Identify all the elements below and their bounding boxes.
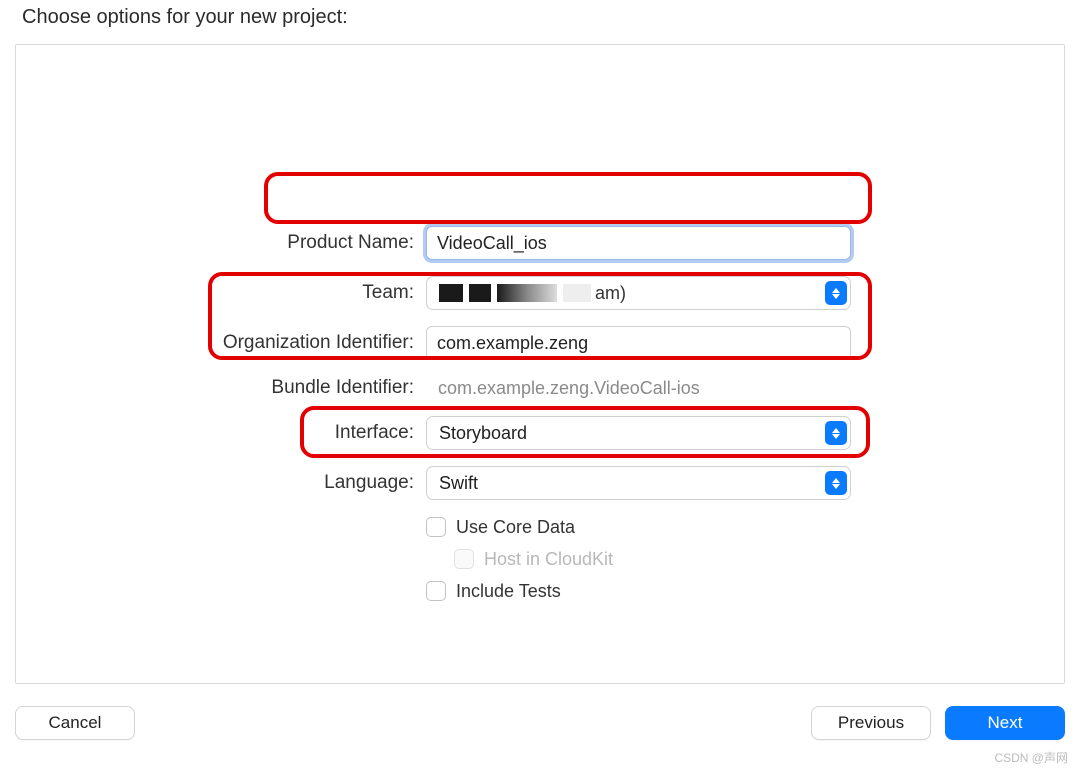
row-interface: Interface: Storyboard bbox=[16, 411, 1064, 455]
row-language: Language: Swift bbox=[16, 461, 1064, 505]
language-value: Swift bbox=[439, 473, 478, 494]
bundle-id-label: Bundle Identifier: bbox=[16, 377, 426, 399]
row-include-tests: . Include Tests bbox=[16, 575, 1064, 607]
next-button[interactable]: Next bbox=[945, 706, 1065, 740]
watermark: CSDN @声网 bbox=[994, 749, 1068, 766]
row-product-name: Product Name: bbox=[16, 221, 1064, 265]
include-tests-checkbox[interactable] bbox=[426, 581, 446, 601]
footer: Cancel Previous Next bbox=[15, 706, 1065, 744]
row-team: Team: am) bbox=[16, 271, 1064, 315]
language-label: Language: bbox=[16, 472, 426, 494]
host-cloudkit-checkbox bbox=[454, 549, 474, 569]
include-tests-label: Include Tests bbox=[456, 581, 561, 602]
row-org-id: Organization Identifier: bbox=[16, 321, 1064, 365]
team-label: Team: bbox=[16, 282, 426, 304]
chevrons-updown-icon bbox=[825, 281, 847, 305]
previous-button[interactable]: Previous bbox=[811, 706, 931, 740]
host-cloudkit-label: Host in CloudKit bbox=[484, 549, 613, 570]
options-sheet: Product Name: Team: am) Organization Ide… bbox=[15, 44, 1065, 684]
product-name-label: Product Name: bbox=[16, 232, 426, 254]
row-use-core-data: . Use Core Data bbox=[16, 511, 1064, 543]
org-id-label: Organization Identifier: bbox=[16, 332, 426, 354]
chevrons-updown-icon bbox=[825, 421, 847, 445]
interface-label: Interface: bbox=[16, 422, 426, 444]
cancel-button[interactable]: Cancel bbox=[15, 706, 135, 740]
interface-select[interactable]: Storyboard bbox=[426, 416, 851, 450]
org-id-input[interactable] bbox=[426, 326, 851, 360]
team-redacted-value: am) bbox=[439, 281, 626, 305]
team-select[interactable]: am) bbox=[426, 276, 851, 310]
interface-value: Storyboard bbox=[439, 423, 527, 444]
project-form: Product Name: Team: am) Organization Ide… bbox=[16, 221, 1064, 607]
row-host-cloudkit: . Host in CloudKit bbox=[16, 543, 1064, 575]
use-core-data-checkbox[interactable] bbox=[426, 517, 446, 537]
chevrons-updown-icon bbox=[825, 471, 847, 495]
use-core-data-label: Use Core Data bbox=[456, 517, 575, 538]
language-select[interactable]: Swift bbox=[426, 466, 851, 500]
product-name-input[interactable] bbox=[426, 226, 851, 260]
row-bundle-id: Bundle Identifier: com.example.zeng.Vide… bbox=[16, 371, 1064, 405]
page-title: Choose options for your new project: bbox=[22, 6, 348, 29]
bundle-id-value: com.example.zeng.VideoCall-ios bbox=[426, 371, 851, 405]
